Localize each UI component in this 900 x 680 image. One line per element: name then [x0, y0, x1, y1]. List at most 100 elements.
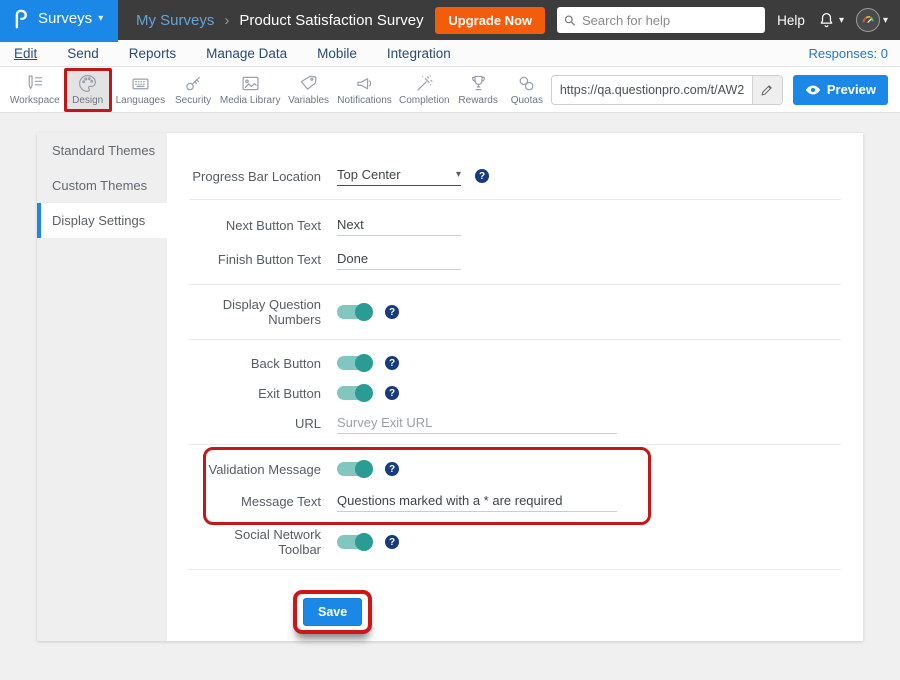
finish-button-text-input[interactable]: [337, 249, 461, 270]
breadcrumb-my-surveys[interactable]: My Surveys: [136, 12, 214, 29]
display-question-numbers-row: Display Question Numbers: [189, 297, 841, 327]
keyboard-icon: [130, 73, 151, 94]
tool-label: Notifications: [337, 95, 391, 106]
breadcrumb: My Surveys › Product Satisfaction Survey: [136, 12, 424, 29]
message-text-input[interactable]: [337, 491, 617, 512]
display-question-numbers-toggle[interactable]: [337, 305, 371, 319]
page-background: Standard Themes Custom Themes Display Se…: [0, 113, 900, 680]
gauge-icon: [859, 11, 877, 29]
tool-label: Design: [72, 95, 103, 106]
trophy-icon: [468, 73, 489, 94]
nav-tab-edit[interactable]: Edit: [14, 46, 37, 61]
page-title: Product Satisfaction Survey: [239, 12, 423, 29]
social-network-toolbar-toggle[interactable]: [337, 535, 371, 549]
field-label: Back Button: [189, 356, 321, 371]
preview-button[interactable]: Preview: [793, 75, 888, 105]
tool-languages[interactable]: Languages: [112, 68, 169, 112]
save-button[interactable]: Save: [303, 598, 362, 626]
product-switcher[interactable]: Surveys: [0, 0, 118, 42]
tool-rewards[interactable]: Rewards: [453, 68, 502, 112]
help-icon[interactable]: [475, 169, 489, 183]
next-button-text-input[interactable]: [337, 215, 461, 236]
sidebar-item-custom-themes[interactable]: Custom Themes: [37, 168, 167, 203]
tool-label: Rewards: [458, 95, 497, 106]
nav-tab-integration[interactable]: Integration: [387, 46, 451, 61]
tool-label: Media Library: [220, 95, 281, 106]
field-label: Message Text: [206, 494, 321, 509]
questionpro-logo: [10, 7, 32, 31]
finish-button-text-row: Finish Button Text: [189, 246, 841, 272]
notifications-bell-button[interactable]: [817, 10, 844, 30]
sidebar-item-display-settings[interactable]: Display Settings: [37, 203, 167, 238]
bell-icon: [817, 10, 836, 30]
upgrade-now-button[interactable]: Upgrade Now: [435, 7, 545, 34]
field-label: Display Question Numbers: [189, 297, 321, 327]
tool-label: Completion: [399, 95, 450, 106]
nav-tab-manage-data[interactable]: Manage Data: [206, 46, 287, 61]
tool-quotas[interactable]: Quotas: [503, 68, 551, 112]
avatar: [856, 8, 880, 32]
tool-notifications[interactable]: Notifications: [334, 68, 395, 112]
edit-url-button[interactable]: [752, 76, 782, 104]
help-link[interactable]: Help: [777, 13, 805, 28]
field-label: URL: [189, 416, 321, 431]
survey-url-input[interactable]: [552, 76, 752, 104]
nav-tab-send[interactable]: Send: [67, 46, 99, 61]
validation-message-toggle[interactable]: [337, 462, 371, 476]
help-icon[interactable]: [385, 305, 399, 319]
tag-icon: [298, 73, 319, 94]
tool-design[interactable]: Design: [64, 68, 112, 112]
breadcrumb-separator: ›: [224, 12, 229, 29]
survey-exit-url-input[interactable]: [337, 413, 617, 434]
palette-icon: [77, 73, 98, 94]
help-icon[interactable]: [385, 356, 399, 370]
social-network-toolbar-row: Social Network Toolbar: [189, 527, 841, 557]
help-icon[interactable]: [385, 386, 399, 400]
exit-button-toggle[interactable]: [337, 386, 371, 400]
workspace-icon: [24, 73, 45, 94]
validation-message-row: Validation Message: [206, 456, 648, 482]
survey-nav: Edit Send Reports Manage Data Mobile Int…: [0, 40, 900, 67]
chevron-down-icon: [456, 169, 461, 180]
progress-bar-location-row: Progress Bar Location Top Center: [189, 163, 841, 189]
tool-media-library[interactable]: Media Library: [217, 68, 283, 112]
field-label: Social Network Toolbar: [189, 527, 321, 557]
tool-security[interactable]: Security: [169, 68, 217, 112]
back-button-toggle[interactable]: [337, 356, 371, 370]
tool-completion[interactable]: Completion: [395, 68, 453, 112]
field-label: Validation Message: [206, 462, 321, 477]
nav-tab-mobile[interactable]: Mobile: [317, 46, 357, 61]
image-icon: [240, 73, 261, 94]
help-search[interactable]: [557, 7, 765, 33]
tool-variables[interactable]: Variables: [283, 68, 334, 112]
tool-workspace[interactable]: Workspace: [6, 68, 64, 112]
tool-label: Workspace: [10, 95, 60, 106]
search-icon: [564, 14, 576, 27]
design-sidebar: Standard Themes Custom Themes Display Se…: [37, 133, 167, 641]
next-button-text-row: Next Button Text: [189, 212, 841, 238]
sidebar-item-standard-themes[interactable]: Standard Themes: [37, 133, 167, 168]
magic-wand-icon: [414, 73, 435, 94]
product-name: Surveys: [38, 10, 92, 27]
nav-tab-reports[interactable]: Reports: [129, 46, 176, 61]
help-icon[interactable]: [385, 462, 399, 476]
field-label: Exit Button: [189, 386, 321, 401]
help-icon[interactable]: [385, 535, 399, 549]
progress-bar-location-select[interactable]: Top Center: [337, 167, 461, 186]
tool-label: Variables: [288, 95, 329, 106]
back-button-row: Back Button: [189, 350, 841, 376]
tool-label: Quotas: [511, 95, 543, 106]
chevron-down-icon: [98, 13, 103, 24]
tool-label: Security: [175, 95, 211, 106]
search-input[interactable]: [582, 13, 758, 28]
account-menu-button[interactable]: [856, 8, 888, 32]
responses-count[interactable]: Responses: 0: [809, 46, 889, 61]
chevron-down-icon: [839, 15, 844, 26]
field-label: Next Button Text: [189, 218, 321, 233]
chain-links-icon: [516, 73, 537, 94]
message-text-row: Message Text: [206, 488, 648, 514]
chevron-down-icon: [883, 15, 888, 26]
preview-label: Preview: [827, 82, 876, 97]
key-icon: [183, 73, 204, 94]
tool-label: Languages: [116, 95, 166, 106]
